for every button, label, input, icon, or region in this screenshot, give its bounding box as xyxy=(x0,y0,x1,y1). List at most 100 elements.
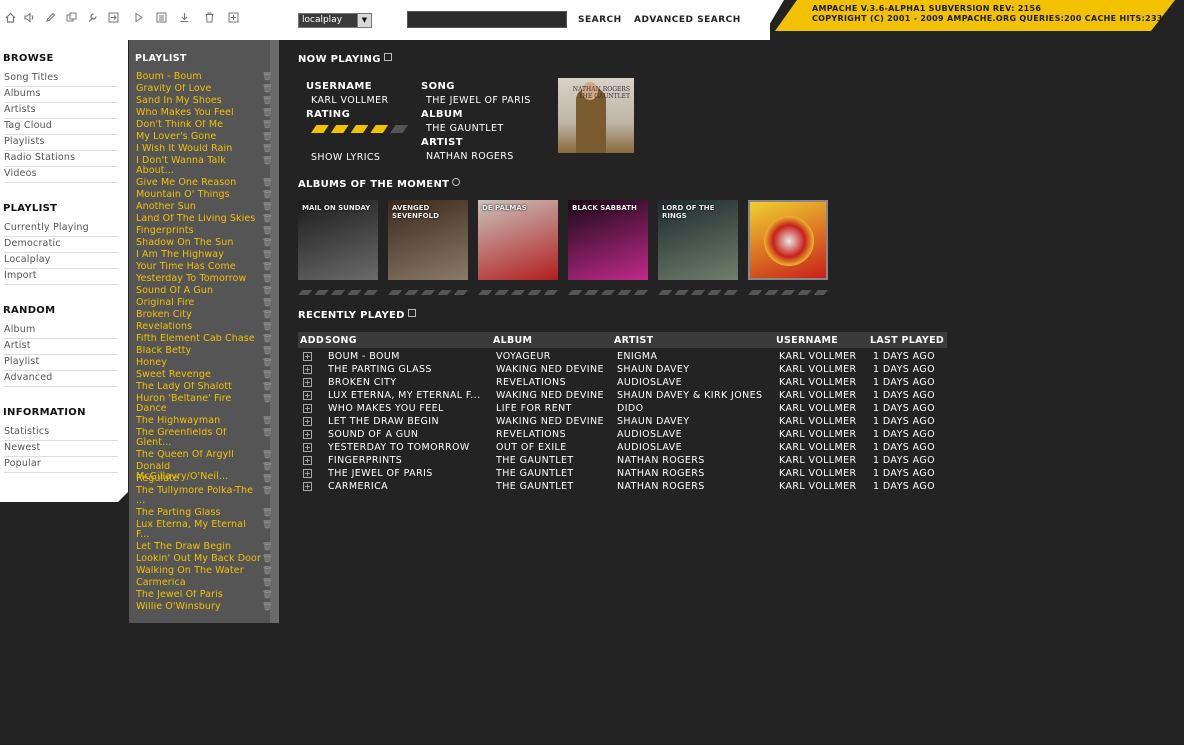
column-header-add[interactable]: ADD xyxy=(300,335,324,346)
login-icon[interactable] xyxy=(106,10,120,24)
username-cell[interactable]: KARL VOLLMER xyxy=(779,468,871,479)
artist-cell[interactable]: DIDO xyxy=(617,403,777,414)
add-icon[interactable]: + xyxy=(303,469,312,478)
playlist-item[interactable]: Carmerica xyxy=(136,578,261,588)
username-cell[interactable]: KARL VOLLMER xyxy=(779,390,871,401)
rating-star[interactable] xyxy=(797,290,812,295)
trash-icon[interactable]: 🗑 xyxy=(262,178,272,188)
album-rating[interactable] xyxy=(478,290,559,295)
add-icon[interactable]: + xyxy=(303,430,312,439)
trash-icon[interactable]: 🗑 xyxy=(262,578,272,588)
playlist-item[interactable]: The Parting Glass xyxy=(136,508,261,518)
username-cell[interactable]: KARL VOLLMER xyxy=(779,377,871,388)
refresh-icon[interactable] xyxy=(452,178,461,186)
playlist-item[interactable]: Mountain O' Things xyxy=(136,190,261,200)
trash-icon[interactable] xyxy=(202,10,216,24)
album-cell[interactable]: WAKING NED DEVINE xyxy=(496,390,614,401)
album-cell[interactable]: OUT OF EXILE xyxy=(496,442,614,453)
add-icon[interactable]: + xyxy=(303,443,312,452)
sidebar-item-playlists[interactable]: Playlists xyxy=(4,135,118,151)
add-icon[interactable]: + xyxy=(303,404,312,413)
username-cell[interactable]: KARL VOLLMER xyxy=(779,403,871,414)
song-cell[interactable]: CARMERICA xyxy=(328,481,493,492)
rating-star[interactable] xyxy=(674,290,689,295)
rating-star[interactable] xyxy=(330,290,346,295)
album-rating[interactable] xyxy=(568,290,649,295)
trash-icon[interactable]: 🗑 xyxy=(262,542,272,552)
album-cell[interactable]: THE GAUNTLET xyxy=(496,481,614,492)
play-icon[interactable] xyxy=(131,10,145,24)
add-icon[interactable]: + xyxy=(303,352,312,361)
sidebar-item-videos[interactable]: Videos xyxy=(4,167,118,183)
playlist-item[interactable]: Black Betty xyxy=(136,346,261,356)
trash-icon[interactable]: 🗑 xyxy=(262,96,272,106)
edit-icon[interactable] xyxy=(43,10,57,24)
sidebar-item-tag-cloud[interactable]: Tag Cloud xyxy=(4,119,118,135)
artist-cell[interactable]: ENIGMA xyxy=(617,351,777,362)
column-header-song[interactable]: SONG xyxy=(325,335,357,346)
sidebar-item-song-titles[interactable]: Song Titles xyxy=(4,71,118,87)
trash-icon[interactable]: 🗑 xyxy=(262,84,272,94)
playlist-item[interactable]: I Don't Wanna Talk About... xyxy=(136,156,261,176)
sidebar-item-popular[interactable]: Popular xyxy=(4,457,118,473)
localplay-select[interactable]: localplay ▼ xyxy=(298,13,372,28)
add-icon[interactable]: + xyxy=(303,482,312,491)
album-art-florida-mail-on-sunday[interactable]: MAIL ON SUNDAY xyxy=(298,200,378,280)
album-rating[interactable] xyxy=(298,290,379,295)
rating-star[interactable] xyxy=(314,290,329,295)
volume-icon[interactable] xyxy=(22,10,36,24)
rating-star[interactable] xyxy=(420,290,436,295)
playlist-item[interactable]: Willie O'Winsbury xyxy=(136,602,261,612)
rating-star[interactable] xyxy=(478,290,493,295)
playlist-item[interactable]: Honey xyxy=(136,358,261,368)
trash-icon[interactable]: 🗑 xyxy=(262,132,272,142)
playlist-item[interactable]: Sand In My Shoes xyxy=(136,96,261,106)
rating-star[interactable] xyxy=(298,290,313,295)
album-art-de-palmas[interactable]: DE PALMAS xyxy=(478,200,558,280)
song-cell[interactable]: BROKEN CITY xyxy=(328,377,493,388)
artist-cell[interactable]: NATHAN ROGERS xyxy=(617,455,777,466)
playlist-item[interactable]: Regulate xyxy=(136,474,261,484)
song-cell[interactable]: FINGERPRINTS xyxy=(328,455,493,466)
playlist-item[interactable]: Don't Think Of Me xyxy=(136,120,261,130)
trash-icon[interactable]: 🗑 xyxy=(262,286,272,296)
rating-star[interactable] xyxy=(543,290,559,295)
trash-icon[interactable]: 🗑 xyxy=(262,566,272,576)
add-icon[interactable]: + xyxy=(303,365,312,374)
trash-icon[interactable]: 🗑 xyxy=(262,120,272,130)
song-cell[interactable]: WHO MAKES YOU FEEL xyxy=(328,403,493,414)
windows-icon[interactable] xyxy=(64,10,78,24)
playlist-item[interactable]: Huron 'Beltane' Fire Dance xyxy=(136,394,261,414)
album-cell[interactable]: LIFE FOR RENT xyxy=(496,403,614,414)
album-cell[interactable]: VOYAGEUR xyxy=(496,351,614,362)
playlist-item[interactable]: Original Fire xyxy=(136,298,261,308)
rating-star[interactable] xyxy=(347,290,362,295)
column-header-last-played[interactable]: LAST PLAYED xyxy=(870,335,944,346)
artist-cell[interactable]: NATHAN ROGERS xyxy=(617,481,777,492)
playlist-item[interactable]: Broken City xyxy=(136,310,261,320)
playlist-item[interactable]: Fingerprints xyxy=(136,226,261,236)
add-icon[interactable] xyxy=(226,10,240,24)
artist-cell[interactable]: AUDIOSLAVE xyxy=(617,377,777,388)
trash-icon[interactable]: 🗑 xyxy=(262,322,272,332)
rating-star[interactable] xyxy=(363,290,379,295)
rating-star[interactable] xyxy=(370,125,389,133)
trash-icon[interactable]: 🗑 xyxy=(262,346,272,356)
playlist-item[interactable]: Walking On The Water xyxy=(136,566,261,576)
username-cell[interactable]: KARL VOLLMER xyxy=(779,481,871,492)
download-icon[interactable] xyxy=(177,10,191,24)
sidebar-item-localplay[interactable]: Localplay xyxy=(4,253,118,269)
trash-icon[interactable]: 🗑 xyxy=(262,520,272,530)
rating-star[interactable] xyxy=(330,125,349,133)
playlist-item[interactable]: My Lover's Gone xyxy=(136,132,261,142)
playlist-item[interactable]: Give Me One Reason xyxy=(136,178,261,188)
rating-star[interactable] xyxy=(707,290,722,295)
sidebar-item-album[interactable]: Album xyxy=(4,323,118,339)
username-cell[interactable]: KARL VOLLMER xyxy=(779,455,871,466)
rating-star[interactable] xyxy=(311,125,329,133)
list-icon[interactable] xyxy=(154,10,168,24)
trash-icon[interactable]: 🗑 xyxy=(262,238,272,248)
trash-icon[interactable]: 🗑 xyxy=(262,358,272,368)
playlist-item[interactable]: Shadow On The Sun xyxy=(136,238,261,248)
playlist-item[interactable]: The Greenfields Of Glent... xyxy=(136,428,261,448)
